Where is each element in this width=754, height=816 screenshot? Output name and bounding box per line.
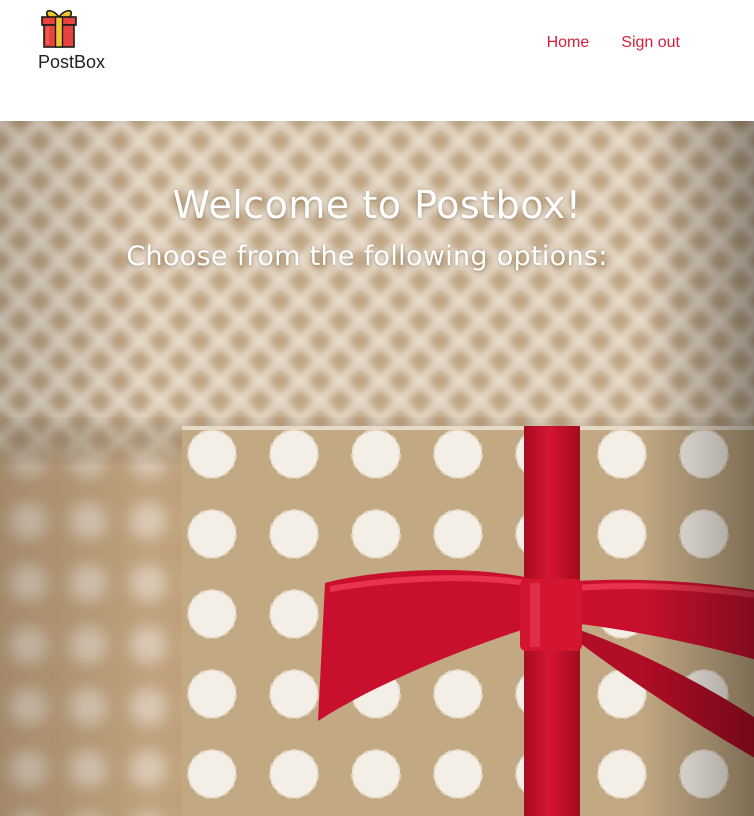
hero-title: Welcome to Postbox! (172, 183, 582, 227)
nav-home-link[interactable]: Home (547, 33, 590, 53)
brand-name: PostBox (38, 52, 106, 72)
brand[interactable]: PostBox (38, 7, 118, 77)
nav-links: Home Sign out (547, 33, 680, 53)
hero-subtitle: Choose from the following options: (126, 241, 608, 272)
gift-icon (41, 9, 77, 48)
nav-sign-out-link[interactable]: Sign out (621, 33, 680, 53)
hero-section: Welcome to Postbox! Choose from the foll… (0, 121, 754, 816)
navbar: PostBox Home Sign out (0, 0, 754, 121)
